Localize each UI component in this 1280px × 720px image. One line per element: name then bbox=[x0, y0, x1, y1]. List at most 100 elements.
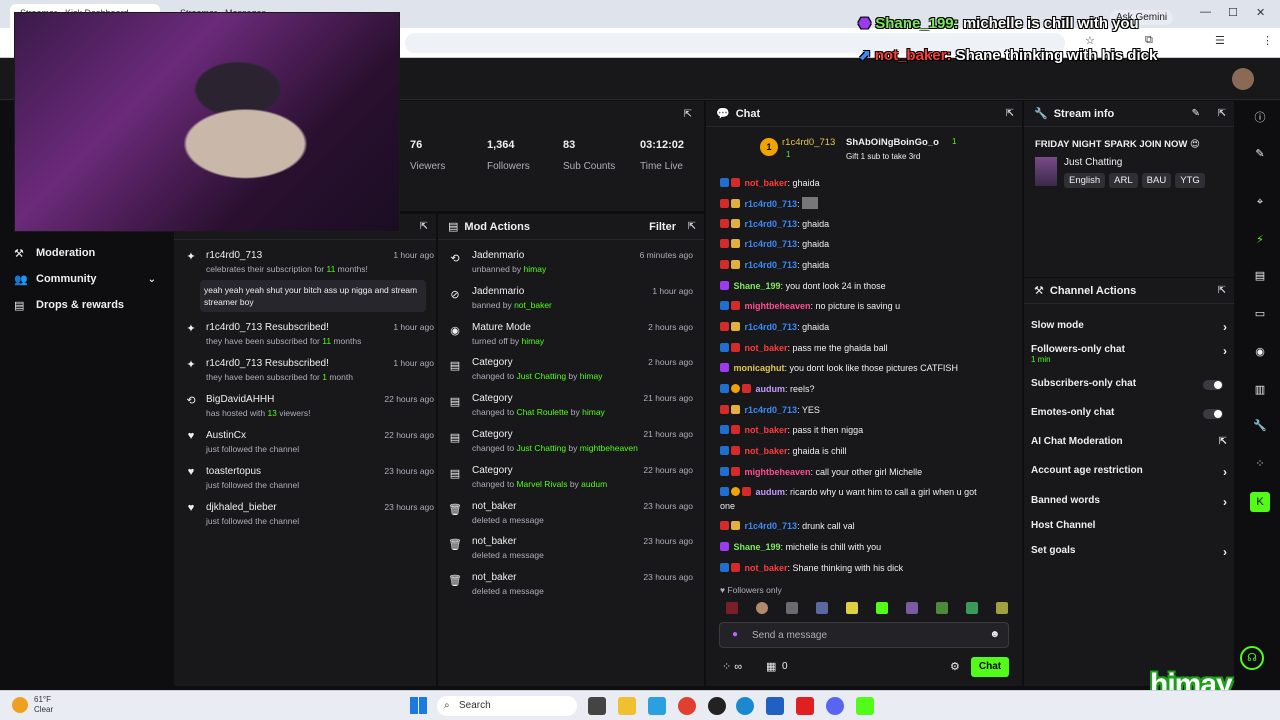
target-icon[interactable]: ⌖ bbox=[1250, 192, 1270, 212]
edit-icon[interactable]: ✎ bbox=[1192, 108, 1200, 119]
mod-action-title[interactable]: Category bbox=[472, 465, 513, 476]
channel-action-item[interactable]: Slow mode › bbox=[1031, 320, 1227, 334]
kick-icon[interactable] bbox=[856, 697, 874, 715]
detail-highlight[interactable]: Just Chatting bbox=[516, 443, 566, 453]
apps-icon[interactable]: ⁘ bbox=[1250, 454, 1270, 474]
emote[interactable] bbox=[906, 602, 918, 614]
chat-username[interactable]: r1c4rd0_713 bbox=[745, 239, 798, 249]
chat-message[interactable]: r1c4rd0_713: YES bbox=[720, 404, 1010, 417]
chat-username[interactable]: r1c4rd0_713 bbox=[745, 521, 798, 531]
emote[interactable] bbox=[996, 602, 1008, 614]
activity-title[interactable]: AustinCx bbox=[206, 430, 246, 441]
chat-username[interactable]: mightbeheaven bbox=[745, 467, 811, 477]
activity-title[interactable]: r1c4rd0_713 Resubscribed! bbox=[206, 358, 329, 369]
broadcast-icon[interactable]: ◉ bbox=[1250, 342, 1270, 362]
chat-message[interactable]: audum: ricardo why u want him to call a … bbox=[720, 486, 1010, 499]
headset-icon[interactable]: ☊ bbox=[1240, 646, 1264, 670]
activity-title[interactable]: djkhaled_bieber bbox=[206, 502, 277, 513]
channel-action-item[interactable]: Account age restriction › bbox=[1031, 465, 1227, 479]
detail-highlight[interactable]: himay bbox=[524, 264, 547, 274]
popout-icon[interactable]: ⇱ bbox=[688, 221, 696, 232]
youtube-icon[interactable] bbox=[796, 697, 814, 715]
emote[interactable] bbox=[846, 602, 858, 614]
chat-username[interactable]: not_baker bbox=[745, 343, 788, 353]
avatar[interactable] bbox=[1232, 68, 1254, 90]
popout-icon[interactable]: ⇱ bbox=[1218, 108, 1226, 119]
mod-action-title[interactable]: Category bbox=[472, 357, 513, 368]
chat-message[interactable]: r1c4rd0_713: ghaida bbox=[720, 218, 1010, 231]
wrench-icon[interactable]: 🔧 bbox=[1250, 416, 1270, 436]
chat-username[interactable]: audum bbox=[756, 384, 786, 394]
emote[interactable] bbox=[936, 602, 948, 614]
detail-highlight[interactable]: Just Chatting bbox=[516, 371, 566, 381]
chat-username[interactable]: r1c4rd0_713 bbox=[745, 260, 798, 270]
chat-username[interactable]: not_baker bbox=[745, 563, 788, 573]
mic-icon[interactable]: ● bbox=[732, 629, 738, 640]
detail-highlight[interactable]: himay bbox=[580, 371, 603, 381]
channel-action-item[interactable]: Banned words › bbox=[1031, 495, 1227, 509]
store-icon[interactable] bbox=[766, 697, 784, 715]
chat-message[interactable]: r1c4rd0_713: drunk call val bbox=[720, 520, 1010, 533]
chat-message[interactable]: not_baker: pass it then nigga bbox=[720, 424, 1010, 437]
detail-highlight[interactable]: Marvel Rivals bbox=[516, 479, 567, 489]
popout-icon[interactable]: ⇱ bbox=[1218, 285, 1226, 296]
edge-icon[interactable] bbox=[736, 697, 754, 715]
chat-message[interactable]: one bbox=[720, 500, 1010, 513]
emote[interactable] bbox=[966, 602, 978, 614]
layout-icon[interactable]: ▥ bbox=[1250, 380, 1270, 400]
sidebar-item-moderation[interactable]: ⚒ Moderation bbox=[0, 240, 172, 266]
mod-action-title[interactable]: Category bbox=[472, 393, 513, 404]
popout-icon[interactable]: ⇱ bbox=[1006, 108, 1014, 119]
toggle-switch[interactable] bbox=[1203, 409, 1223, 419]
gift-prompt[interactable]: Gift 1 sub to take 3rd bbox=[846, 152, 920, 161]
weather-widget[interactable]: 61°F Clear bbox=[34, 695, 53, 715]
pen-icon[interactable]: ✎ bbox=[1250, 144, 1270, 164]
document-icon[interactable]: ▤ bbox=[1250, 266, 1270, 286]
tag[interactable]: ARL bbox=[1109, 173, 1138, 188]
windows-start-icon[interactable] bbox=[410, 697, 427, 714]
chat-message[interactable]: r1c4rd0_713: ghaida bbox=[720, 321, 1010, 334]
chat-message[interactable]: r1c4rd0_713: ghaida bbox=[720, 259, 1010, 272]
close-icon[interactable]: ✕ bbox=[1256, 6, 1265, 19]
menu-icon[interactable]: ☰ bbox=[1215, 34, 1225, 47]
chat-icon[interactable]: ▭ bbox=[1250, 304, 1270, 324]
mod-action-title[interactable]: not_baker bbox=[472, 501, 516, 512]
chat-message[interactable]: Shane_199: michelle is chill with you bbox=[720, 541, 1010, 554]
mod-action-title[interactable]: Jadenmario bbox=[472, 250, 524, 261]
app-icon[interactable] bbox=[648, 697, 666, 715]
emote[interactable] bbox=[816, 602, 828, 614]
channel-action-item[interactable]: Set goals › bbox=[1031, 545, 1227, 559]
chat-username[interactable]: r1c4rd0_713 bbox=[745, 322, 798, 332]
chat-username[interactable]: not_baker bbox=[745, 178, 788, 188]
chat-username[interactable]: not_baker bbox=[745, 425, 788, 435]
chat-message[interactable]: mightbeheaven: no picture is saving u bbox=[720, 300, 1010, 313]
chrome-icon[interactable] bbox=[678, 697, 696, 715]
chat-input[interactable]: ● Send a message ☻ bbox=[719, 622, 1009, 648]
chat-username[interactable]: Shane_199 bbox=[734, 281, 781, 291]
detail-highlight[interactable]: himay bbox=[582, 407, 605, 417]
chat-username[interactable]: r1c4rd0_713 bbox=[745, 219, 798, 229]
activity-title[interactable]: toastertopus bbox=[206, 466, 261, 477]
filter-button[interactable]: Filter bbox=[649, 221, 676, 233]
tag[interactable]: YTG bbox=[1175, 173, 1205, 188]
send-chat-button[interactable]: Chat bbox=[971, 657, 1009, 677]
store-icon[interactable]: ▦ bbox=[766, 660, 776, 673]
detail-highlight[interactable]: himay bbox=[521, 336, 544, 346]
emote[interactable] bbox=[726, 602, 738, 614]
more-icon[interactable]: ⋮ bbox=[1262, 34, 1273, 47]
settings-icon[interactable]: ⚙ bbox=[950, 660, 960, 673]
chat-message[interactable]: r1c4rd0_713: bbox=[720, 197, 1010, 211]
mod-action-title[interactable]: not_baker bbox=[472, 536, 516, 547]
channel-action-item[interactable]: Emotes-only chat bbox=[1031, 407, 1227, 419]
emote[interactable] bbox=[876, 602, 888, 614]
popout-icon[interactable]: ⇱ bbox=[684, 109, 692, 120]
chat-username[interactable]: r1c4rd0_713 bbox=[745, 405, 798, 415]
chat-message[interactable]: mightbeheaven: call your other girl Mich… bbox=[720, 466, 1010, 479]
chat-message[interactable]: Shane_199: you dont look 24 in those bbox=[720, 280, 1010, 293]
mod-action-title[interactable]: Category bbox=[472, 429, 513, 440]
discord-icon[interactable] bbox=[826, 697, 844, 715]
chat-username[interactable]: not_baker bbox=[745, 446, 788, 456]
emote[interactable] bbox=[756, 602, 768, 614]
toggle-switch[interactable] bbox=[1203, 380, 1223, 390]
activity-title[interactable]: r1c4rd0_713 bbox=[206, 250, 262, 261]
